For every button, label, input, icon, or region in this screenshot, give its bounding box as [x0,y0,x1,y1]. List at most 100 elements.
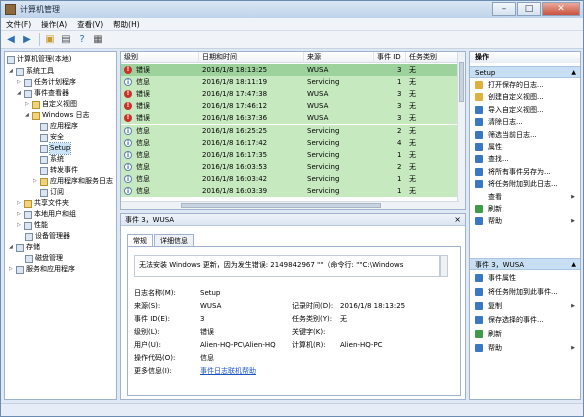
tree-log-forwarded[interactable]: 转发事件 [40,165,78,176]
up-folder-icon[interactable]: ▣ [43,33,57,47]
value-task-category: 无 [340,315,347,323]
event-row[interactable]: ! 错误 2016/1/8 18:13:25 WUSA 3 无 [121,64,459,77]
message-scrollbar[interactable] [440,255,448,277]
tree-disk-management[interactable]: 磁盘管理 [25,253,63,264]
tree-shared-folders[interactable]: ▷ 共享文件夹 [17,198,69,209]
tree-system-tools[interactable]: ◢ 系统工具 [9,66,54,77]
event-row[interactable]: i 信息 2016/1/8 16:03:39 Servicing 1 无 [121,185,459,198]
action-item[interactable]: 导入自定义视图... [470,104,580,116]
show-hide-tree-icon[interactable]: ▤ [59,33,73,47]
event-log-online-help-link[interactable]: 事件日志联机帮助 [200,366,256,377]
menu-file[interactable]: 文件(F) [1,19,36,30]
event-row[interactable]: ! 错误 2016/1/8 17:46:12 WUSA 3 无 [121,100,459,113]
tree-task-scheduler[interactable]: ▷ 任务计划程序 [17,77,76,88]
tree-performance[interactable]: ▷ 性能 [17,220,48,231]
action-item[interactable]: 将任务附加到此日志... [470,178,580,190]
collapse-arrow-icon[interactable]: ◢ [17,88,23,99]
action-item[interactable]: 刷新 [470,328,580,340]
close-button[interactable]: ✕ [542,2,580,16]
menu-action[interactable]: 操作(A) [36,19,72,30]
event-row[interactable]: i 信息 2016/1/8 16:17:42 Servicing 4 无 [121,136,459,149]
event-row[interactable]: i 信息 2016/1/8 16:25:25 Servicing 2 无 [121,124,459,137]
maximize-button[interactable]: □ [517,2,541,16]
value-user: Alien-HQ-PC\Alien-HQ [200,341,276,349]
minimize-button[interactable]: – [492,2,516,16]
event-list-hscroll[interactable] [121,201,459,209]
event-list-vscroll[interactable] [457,52,465,209]
action-item[interactable]: 将任务附加到此事件... [470,286,580,298]
detail-close-button[interactable]: × [454,214,461,226]
action-item[interactable]: 事件属性 [470,272,580,284]
tree-windows-logs[interactable]: ◢ Windows 日志 [25,110,89,121]
event-message[interactable]: 无法安装 Windows 更新，因为发生错误: 2149842967 ""（命令… [134,255,440,277]
import-icon [475,105,483,114]
collapse-up-icon[interactable]: ▲ [571,259,576,271]
collapse-arrow-icon[interactable]: ◢ [9,66,15,77]
action-item[interactable]: 保存选择的事件... [470,314,580,326]
collapse-arrow-icon[interactable]: ◢ [9,242,15,253]
action-item[interactable]: 创建自定义视图... [470,91,580,103]
actions-section-setup[interactable]: Setup ▲ [470,66,580,78]
action-item[interactable]: 打开保存的日志... [470,79,580,91]
tree-log-application[interactable]: 应用程序 [40,121,78,132]
column-datetime[interactable]: 日期和时间 [199,52,304,63]
action-item[interactable]: 清除日志... [470,116,580,128]
action-label: 将任务附加到此事件... [488,288,558,296]
action-item[interactable]: 属性 [470,141,580,153]
event-row[interactable]: i 信息 2016/1/8 18:11:19 Servicing 1 无 [121,76,459,89]
properties-icon[interactable]: ▦ [91,33,105,47]
expand-arrow-icon[interactable]: ▷ [17,220,23,231]
action-item[interactable]: 帮助 ▶ [470,342,580,354]
event-row[interactable]: i 信息 2016/1/8 16:03:53 Servicing 2 无 [121,160,459,173]
tab-details[interactable]: 详细信息 [154,234,194,246]
tree-subscriptions[interactable]: 订阅 [40,187,64,198]
tree-services-apps[interactable]: ▷ 服务和应用程序 [9,264,75,275]
action-item[interactable]: 复制 ▶ [470,300,580,312]
action-item[interactable]: 查看 ▶ [470,191,580,203]
event-row[interactable]: ! 错误 2016/1/8 16:37:36 WUSA 3 无 [121,112,459,125]
tree-log-system[interactable]: 系统 [40,154,64,165]
expand-arrow-icon[interactable]: ▷ [17,198,23,209]
tree-device-manager[interactable]: 设备管理器 [25,231,70,242]
forward-icon[interactable]: ▶ [20,33,34,47]
tree-root[interactable]: 计算机管理(本地) [7,54,71,65]
tree-event-viewer[interactable]: ◢ 事件查看器 [17,88,69,99]
action-item[interactable]: 筛选当前日志... [470,129,580,141]
column-task-category[interactable]: 任务类别 [406,52,459,63]
expand-arrow-icon[interactable]: ▷ [33,176,39,187]
tree-app-service-logs[interactable]: ▷ 应用程序和服务日志 [33,176,113,187]
action-item[interactable]: 帮助 ▶ [470,215,580,227]
action-item[interactable]: 刷新 [470,203,580,215]
menu-help[interactable]: 帮助(H) [108,19,145,30]
help-icon[interactable]: ? [75,33,89,47]
collapse-arrow-icon[interactable]: ◢ [25,110,31,121]
event-row[interactable]: i 信息 2016/1/8 16:17:35 Servicing 1 无 [121,148,459,161]
tree-log-setup[interactable]: Setup [40,142,72,155]
back-icon[interactable]: ◀ [4,33,18,47]
event-row[interactable]: i 信息 2016/1/8 16:03:42 Servicing 1 无 [121,172,459,185]
column-level[interactable]: 级别 [121,52,199,63]
expand-arrow-icon[interactable]: ▷ [9,264,15,275]
column-source[interactable]: 来源 [304,52,374,63]
collapse-up-icon[interactable]: ▲ [571,67,576,79]
tree-storage[interactable]: ◢ 存储 [9,242,40,253]
menu-view[interactable]: 查看(V) [72,19,108,30]
action-item[interactable]: 查找... [470,153,580,165]
submenu-arrow-icon: ▶ [571,303,575,309]
tree-custom-views[interactable]: ▷ 自定义视图 [25,99,77,110]
tree-log-security[interactable]: 安全 [40,132,64,143]
scroll-thumb[interactable] [459,62,464,102]
expand-arrow-icon[interactable]: ▷ [17,77,23,88]
expand-arrow-icon[interactable]: ▷ [25,99,31,110]
event-row[interactable]: ! 错误 2016/1/8 17:47:38 WUSA 3 无 [121,88,459,101]
cell-level: 错误 [136,102,150,111]
cell-datetime: 2016/1/8 17:46:12 [202,102,268,111]
action-item[interactable]: 将所有事件另存为... [470,166,580,178]
title-bar[interactable]: 计算机管理 – □ ✕ [1,1,583,18]
expand-arrow-icon[interactable]: ▷ [17,209,23,220]
actions-section-event[interactable]: 事件 3，WUSA ▲ [470,258,580,270]
scroll-thumb[interactable] [181,203,381,208]
tree-local-users[interactable]: ▷ 本地用户和组 [17,209,76,220]
column-event-id[interactable]: 事件 ID [374,52,406,63]
cell-source: Servicing [307,162,340,171]
